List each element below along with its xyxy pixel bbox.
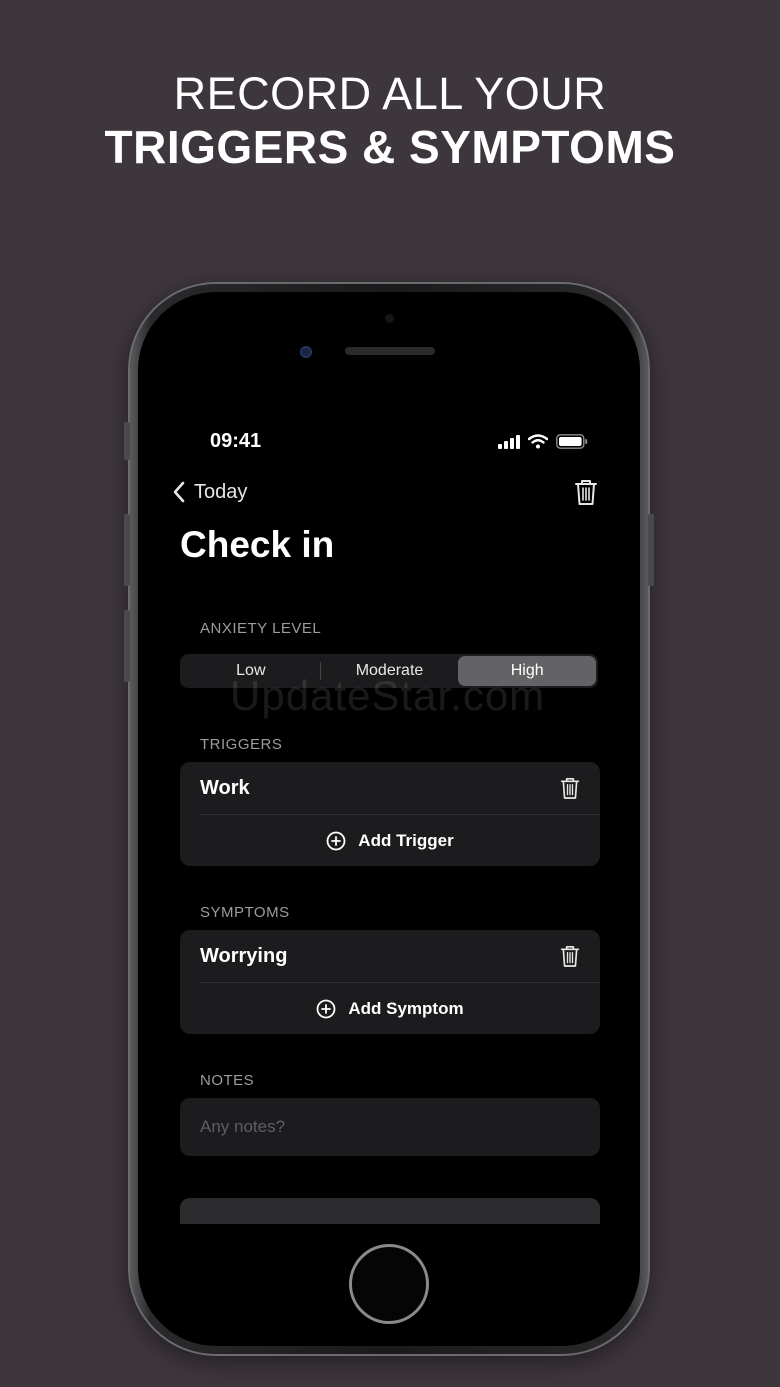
trash-icon[interactable] bbox=[560, 944, 580, 968]
add-trigger-label: Add Trigger bbox=[358, 830, 454, 850]
triggers-label: TRIGGERS bbox=[200, 736, 283, 753]
app-screen: 09:41 Today Check in ANXIETY LEVEL Low M… bbox=[162, 412, 616, 1224]
status-icons bbox=[498, 434, 588, 449]
back-label: Today bbox=[194, 480, 248, 503]
triggers-card: Work Add Trigger bbox=[180, 762, 600, 866]
notes-label: NOTES bbox=[200, 1072, 255, 1089]
plus-circle-icon bbox=[316, 999, 336, 1018]
promo-headline-line1: RECORD ALL YOUR bbox=[173, 68, 607, 119]
trigger-item-label: Work bbox=[200, 776, 250, 799]
add-symptom-button[interactable]: Add Symptom bbox=[200, 982, 600, 1034]
chevron-left-icon bbox=[173, 481, 185, 503]
anxiety-level-label: ANXIETY LEVEL bbox=[200, 620, 322, 637]
plus-circle-icon bbox=[326, 831, 346, 850]
delete-checkin-button[interactable] bbox=[574, 478, 598, 511]
battery-icon bbox=[556, 434, 588, 449]
back-button[interactable]: Today bbox=[172, 480, 247, 504]
save-button-partial[interactable] bbox=[180, 1198, 600, 1224]
trigger-item: Work bbox=[180, 762, 600, 814]
symptoms-card: Worrying Add Symptom bbox=[180, 930, 600, 1034]
trash-icon[interactable] bbox=[560, 776, 580, 800]
symptom-item-label: Worrying bbox=[200, 944, 288, 967]
mute-switch bbox=[124, 422, 130, 460]
trash-icon bbox=[575, 480, 597, 505]
watermark: UpdateStar.com bbox=[230, 672, 546, 719]
earpiece-speaker bbox=[345, 347, 435, 355]
home-button[interactable] bbox=[349, 1244, 429, 1324]
add-symptom-label: Add Symptom bbox=[348, 998, 464, 1018]
notes-placeholder: Any notes? bbox=[200, 1117, 286, 1136]
wifi-icon bbox=[528, 434, 548, 449]
proximity-sensor bbox=[385, 314, 394, 323]
page-title: Check in bbox=[180, 524, 335, 565]
promo-headline-line2: TRIGGERS & SYMPTOMS bbox=[104, 121, 676, 173]
notes-input[interactable]: Any notes? bbox=[180, 1098, 600, 1156]
add-trigger-button[interactable]: Add Trigger bbox=[200, 814, 600, 866]
front-camera bbox=[300, 346, 312, 358]
cellular-signal-icon bbox=[498, 434, 520, 449]
symptom-item: Worrying bbox=[180, 930, 600, 982]
symptoms-label: SYMPTOMS bbox=[200, 904, 290, 921]
power-button bbox=[648, 514, 654, 586]
volume-down-button bbox=[124, 610, 130, 682]
volume-up-button bbox=[124, 514, 130, 586]
status-time: 09:41 bbox=[210, 430, 262, 452]
